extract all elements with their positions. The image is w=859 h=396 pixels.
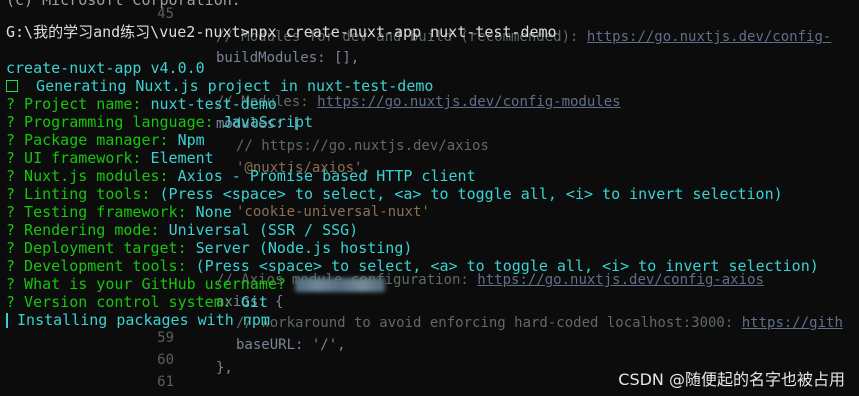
line-number: 59 xyxy=(157,330,174,346)
editor-line: // https://go.nuxtjs.dev/axios xyxy=(236,138,489,154)
installing-line: Installing packages with npm xyxy=(6,311,270,329)
watermark: CSDN @随便起的名字也被占用 xyxy=(618,370,845,389)
answer-line: ? Rendering mode: Universal (SSR / SSG) xyxy=(6,221,359,239)
answer-line: ? Nuxt.js modules: Axios - Promise based… xyxy=(6,167,476,185)
line-number: 61 xyxy=(157,374,174,390)
version-line: create-nuxt-app v4.0.0 xyxy=(6,59,205,77)
checkbox-icon xyxy=(6,80,18,92)
answer-line: ? Version control system: Git xyxy=(6,293,268,311)
editor-line: buildModules: [], xyxy=(216,50,360,66)
answer-line: ? Deployment target: Server (Node.js hos… xyxy=(6,239,413,257)
redacted-username xyxy=(294,277,385,292)
answer-line: ? Linting tools: (Press <space> to selec… xyxy=(6,185,783,203)
editor-line: // Workaround to avoid enforcing hard-co… xyxy=(236,315,843,331)
editor-line: baseURL: '/', xyxy=(236,337,346,353)
command-line: G:\我的学习and练习\vue2-nuxt>npx create-nuxt-a… xyxy=(6,23,557,41)
editor-line: }, xyxy=(216,360,233,376)
answer-line: ? Package manager: Npm xyxy=(6,131,205,149)
answer-line: ? What is your GitHub username? xyxy=(6,275,385,293)
terminal-window: { "top_cut": "(c) Microsoft Corporation.… xyxy=(0,0,859,396)
generating-line: Generating Nuxt.js project in nuxt-test-… xyxy=(6,77,433,95)
editor-line: 'cookie-universal-nuxt' xyxy=(236,204,430,220)
line-number: 60 xyxy=(157,352,174,368)
answer-line: ? Programming language: JavaScript xyxy=(6,113,314,131)
header-cut-line: (c) Microsoft Corporation. xyxy=(6,0,241,9)
answer-line: ? UI framework: Element xyxy=(6,149,214,167)
answer-line: ? Testing framework: None xyxy=(6,203,232,221)
answer-line: ? Project name: nuxt-test-demo xyxy=(6,95,277,113)
answer-line: ? Development tools: (Press <space> to s… xyxy=(6,257,819,275)
